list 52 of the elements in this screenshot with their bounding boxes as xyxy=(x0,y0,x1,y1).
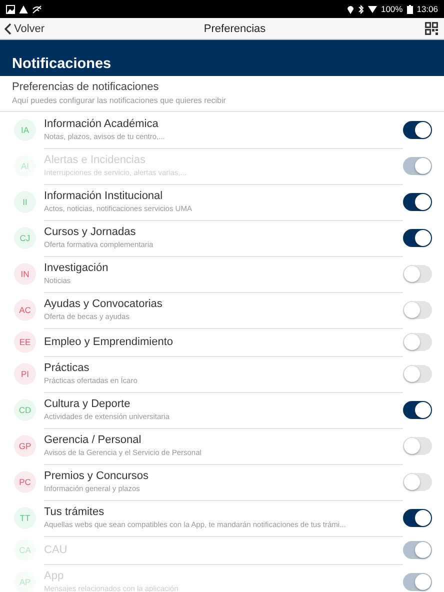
qr-code-icon[interactable] xyxy=(425,22,438,35)
notification-toggle[interactable] xyxy=(403,229,432,247)
item-title: Premios y Concursos xyxy=(44,470,150,482)
category-badge: TT xyxy=(14,507,36,529)
notification-toggle[interactable] xyxy=(403,193,432,211)
signal-off-icon xyxy=(32,4,42,14)
item-title: Prácticas xyxy=(44,362,90,374)
notification-toggle[interactable] xyxy=(403,473,432,491)
category-badge: EE xyxy=(14,331,36,353)
wifi-icon xyxy=(368,4,377,14)
item-title: Investigación xyxy=(44,262,110,274)
bluetooth-icon xyxy=(358,4,364,14)
item-title: Tus trámites xyxy=(44,506,106,518)
category-badge: AP xyxy=(14,571,36,592)
image-icon xyxy=(6,4,15,14)
category-badge: IN xyxy=(14,263,36,285)
back-button[interactable]: Volver xyxy=(4,22,45,34)
category-badge: IA xyxy=(14,119,36,141)
intro-subtitle: Aquí puedes configurar las notificaciones que quieres recibir xyxy=(12,96,227,105)
item-title: Información Institucional xyxy=(44,190,164,202)
item-title: Ayudas y Convocatorias xyxy=(44,298,164,310)
item-title: Información Académica xyxy=(44,118,160,130)
item-title: Cultura y Deporte xyxy=(44,398,132,410)
intro-title: Preferencias de notificaciones xyxy=(12,81,160,93)
battery-icon xyxy=(406,4,413,14)
notification-toggle[interactable] xyxy=(403,509,432,527)
category-badge: PI xyxy=(14,363,36,385)
page-title: Preferencias xyxy=(204,22,266,34)
category-badge: AI xyxy=(14,155,36,177)
item-title: Empleo y Emprendimiento xyxy=(44,336,174,348)
clock-time: 13:06 xyxy=(416,4,438,14)
category-badge: CD xyxy=(14,399,36,421)
category-badge: II xyxy=(14,191,36,213)
category-badge: CA xyxy=(14,539,36,561)
notification-toggle[interactable] xyxy=(403,333,432,351)
category-badge: CJ xyxy=(14,227,36,249)
notification-toggle[interactable] xyxy=(403,365,432,383)
notification-toggle[interactable] xyxy=(403,437,432,455)
warning-icon xyxy=(19,4,28,14)
battery-percent: 100% xyxy=(380,4,403,14)
item-title: Cursos y Jornadas xyxy=(44,226,137,238)
section-title: Notificaciones xyxy=(12,56,112,72)
notification-toggle[interactable] xyxy=(403,401,432,419)
location-icon xyxy=(346,4,354,14)
item-title: Gerencia / Personal xyxy=(44,434,142,446)
notification-toggle[interactable] xyxy=(403,301,432,319)
category-badge: AC xyxy=(14,299,36,321)
category-badge: GP xyxy=(14,435,36,457)
chevron-left-icon xyxy=(4,22,12,34)
notification-toggle[interactable] xyxy=(403,121,432,139)
category-badge: PC xyxy=(14,471,36,493)
notification-toggle[interactable] xyxy=(403,265,432,283)
